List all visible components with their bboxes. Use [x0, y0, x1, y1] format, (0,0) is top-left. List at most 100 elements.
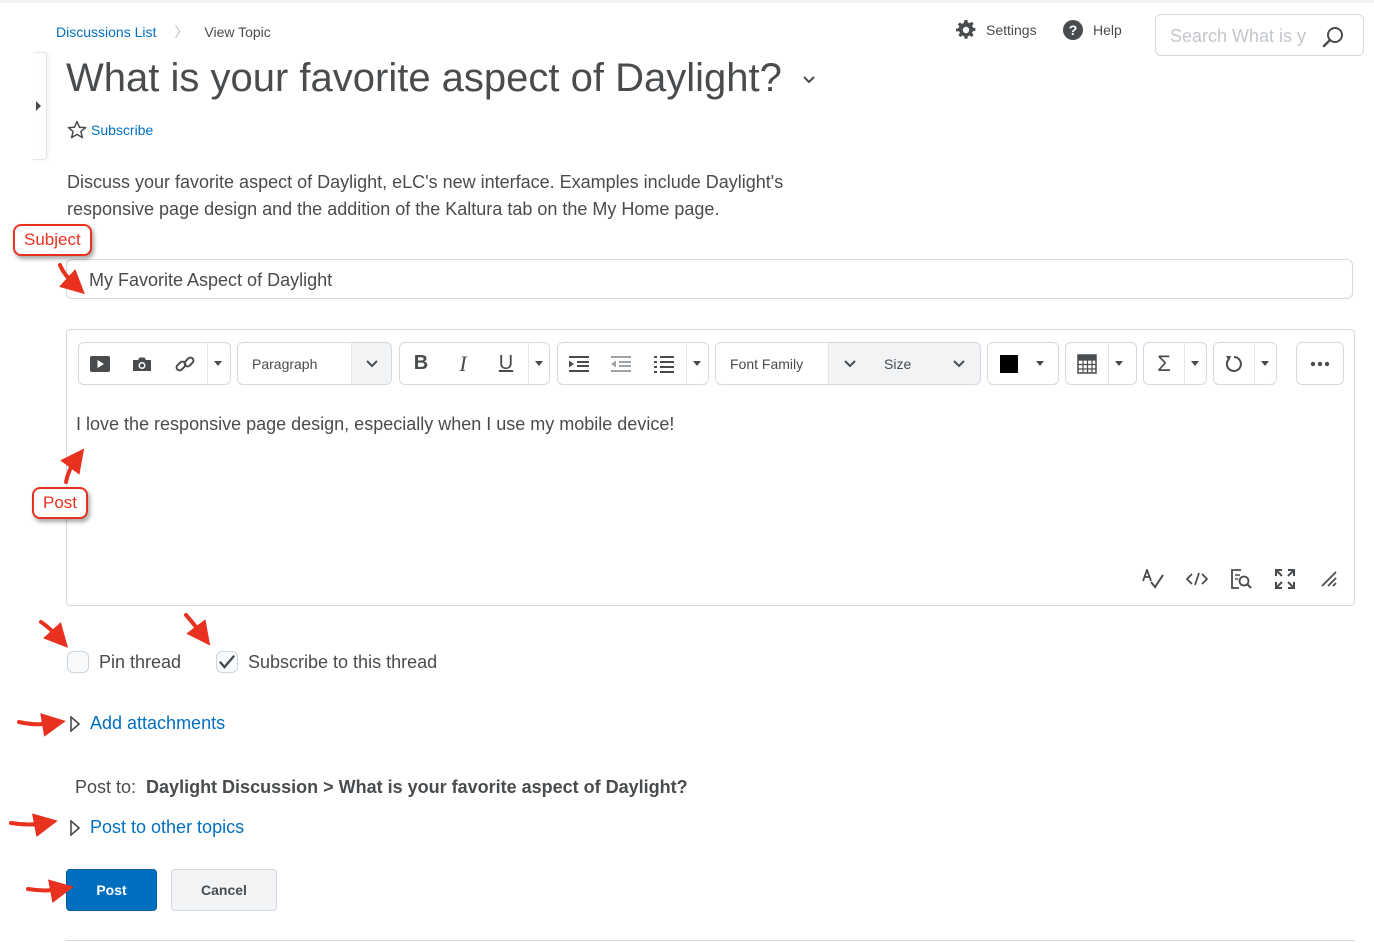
caret-down-icon [1114, 360, 1123, 366]
chevron-down-icon[interactable] [802, 75, 816, 85]
caret-down-icon [534, 360, 543, 366]
breadcrumb-discussions-list[interactable]: Discussions List [56, 24, 156, 40]
caret-down-icon [1190, 360, 1199, 366]
pin-thread-option[interactable]: Pin thread [67, 651, 181, 673]
fullscreen-button[interactable] [1270, 566, 1300, 592]
breadcrumb: Discussions List 〉 View Topic [56, 22, 271, 42]
link-icon [175, 356, 195, 371]
table-more-caret[interactable] [1108, 343, 1128, 384]
color-more-caret[interactable] [1030, 343, 1050, 384]
caret-down-icon [692, 360, 701, 366]
bullet-list-button[interactable] [642, 343, 686, 384]
insert-table-button[interactable] [1066, 343, 1108, 384]
underline-icon: U [498, 352, 514, 374]
divider [66, 940, 1355, 941]
bold-icon: B [413, 352, 429, 374]
subject-field [66, 259, 1353, 299]
equation-more-caret[interactable] [1184, 343, 1204, 384]
chevron-down-icon [953, 359, 965, 367]
post-body[interactable]: I love the responsive page design, espec… [76, 414, 674, 435]
arrow-icon [184, 613, 211, 646]
breadcrumb-separator-icon: 〉 [174, 24, 189, 40]
toolbar-font-group: Font Family Size [715, 342, 981, 385]
table-icon [1077, 353, 1097, 374]
paragraph-dropdown[interactable] [351, 343, 391, 384]
breadcrumb-current: View Topic [204, 24, 271, 40]
topic-description: Discuss your favorite aspect of Daylight… [67, 172, 784, 219]
ellipsis-icon [1310, 361, 1330, 366]
search-input[interactable] [1168, 24, 1308, 48]
resize-icon [1321, 571, 1337, 587]
undo-more-caret[interactable] [1254, 343, 1274, 384]
caret-right-icon [36, 101, 41, 111]
post-to-destination: Daylight Discussion > What is your favor… [146, 777, 688, 797]
outdent-button[interactable] [600, 343, 642, 384]
arrow-icon [17, 713, 66, 737]
toolbar-insert-group [78, 342, 231, 385]
outdent-icon [611, 355, 631, 372]
toolbar-more-group [1296, 342, 1344, 385]
chevron-down-icon [365, 359, 378, 367]
indent-icon [569, 355, 589, 372]
list-more-caret[interactable] [686, 343, 706, 384]
paragraph-select[interactable]: Paragraph [238, 343, 351, 384]
caret-right-outline-icon [70, 819, 80, 836]
insert-video-button[interactable] [79, 343, 121, 384]
undo-button[interactable] [1214, 343, 1254, 384]
source-code-button[interactable] [1182, 566, 1212, 592]
post-other-topics-toggle[interactable]: Post to other topics [70, 817, 244, 838]
pin-thread-checkbox[interactable] [67, 651, 89, 673]
post-to-path: Post to: Daylight Discussion > What is y… [75, 777, 688, 798]
text-color-button[interactable] [988, 343, 1030, 384]
size-label: Size [884, 355, 912, 372]
side-panel-toggle[interactable] [33, 52, 47, 160]
insert-stuff-button[interactable] [121, 343, 163, 384]
underline-button[interactable]: U [484, 343, 528, 384]
caret-down-icon [1036, 360, 1044, 366]
list-icon [654, 355, 674, 373]
add-attachments-label: Add attachments [90, 713, 226, 733]
insert-link-button[interactable] [163, 343, 207, 384]
font-family-select[interactable]: Font Family [716, 343, 828, 384]
font-family-dropdown[interactable] [828, 343, 870, 384]
post-button[interactable]: Post [66, 869, 157, 911]
equation-button[interactable]: Σ [1144, 343, 1184, 384]
subscribe-thread-option[interactable]: Subscribe to this thread [216, 651, 437, 673]
style-more-caret[interactable] [528, 343, 548, 384]
add-attachments-toggle[interactable]: Add attachments [70, 713, 225, 734]
post-callout: Post [32, 487, 89, 519]
help-label: Help [1093, 22, 1122, 38]
subscribe-thread-checkbox[interactable] [216, 651, 238, 673]
caret-down-icon [1260, 360, 1269, 366]
size-select[interactable]: Size [870, 343, 938, 384]
code-icon [1186, 572, 1208, 586]
help-icon: ? [1063, 20, 1083, 40]
pin-thread-label: Pin thread [99, 651, 182, 672]
checkmark-icon [219, 655, 235, 669]
subscribe-link[interactable]: Subscribe [67, 120, 153, 140]
arrow-icon [39, 620, 69, 648]
indent-button[interactable] [558, 343, 600, 384]
italic-button[interactable]: I [442, 343, 484, 384]
toolbar-format-group: Paragraph [237, 342, 392, 385]
settings-label: Settings [986, 22, 1037, 38]
bold-button[interactable]: B [400, 343, 442, 384]
settings-button[interactable]: Settings [956, 20, 1037, 40]
more-options-button[interactable] [1297, 343, 1343, 384]
preview-button[interactable] [1226, 566, 1256, 592]
post-editor: Paragraph B I U Font Family Size Σ I lov… [66, 329, 1355, 606]
spellcheck-button[interactable] [1138, 566, 1168, 592]
expand-icon [1275, 569, 1295, 589]
cancel-button[interactable]: Cancel [171, 869, 277, 911]
font-family-label: Font Family [730, 355, 804, 372]
resize-handle[interactable] [1314, 566, 1344, 592]
subject-input[interactable] [87, 267, 987, 293]
help-button[interactable]: ? Help [1063, 20, 1122, 40]
undo-icon [1225, 355, 1242, 372]
search-icon[interactable] [1322, 26, 1344, 48]
preview-icon [1231, 569, 1252, 589]
toolbar-undo-group [1213, 342, 1277, 385]
insert-more-caret[interactable] [207, 343, 227, 384]
size-dropdown[interactable] [938, 343, 980, 384]
toolbar-table-group [1065, 342, 1137, 385]
